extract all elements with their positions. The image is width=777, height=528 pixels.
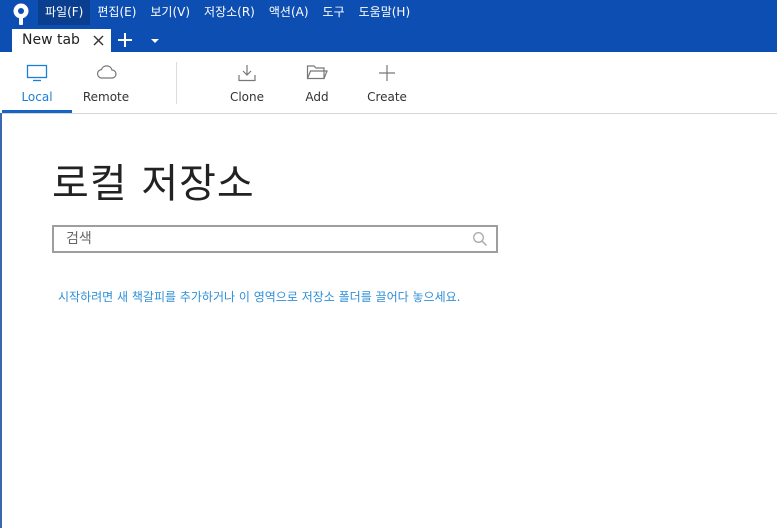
local-button[interactable]: Local — [2, 52, 72, 113]
empty-state-hint: 시작하려면 새 책갈피를 추가하거나 이 영역으로 저장소 폴더를 끌어다 놓으… — [58, 290, 461, 304]
local-label: Local — [21, 90, 53, 104]
add-label: Add — [305, 90, 329, 104]
window-left-border — [0, 113, 2, 528]
chevron-down-icon[interactable] — [150, 37, 160, 45]
menu-file[interactable]: 파일(F) — [38, 0, 91, 25]
search-icon — [473, 232, 488, 247]
create-label: Create — [367, 90, 407, 104]
create-button[interactable]: Create — [362, 52, 412, 113]
clone-label: Clone — [229, 90, 265, 104]
folder-icon — [306, 65, 328, 80]
menu-help[interactable]: 도움말(H) — [352, 0, 418, 25]
cloud-icon — [96, 65, 117, 79]
search-input[interactable] — [66, 227, 466, 251]
tab-new-tab[interactable]: New tab — [12, 29, 111, 52]
page-title: 로컬 저장소 — [52, 161, 255, 207]
menu-tools[interactable]: 도구 — [316, 0, 352, 25]
sourcetree-logo-icon[interactable] — [10, 2, 32, 26]
monitor-icon — [26, 64, 48, 82]
menu-actions[interactable]: 액션(A) — [262, 0, 316, 25]
add-button[interactable]: Add — [297, 52, 337, 113]
search-box — [52, 225, 498, 253]
tab-label: New tab — [22, 32, 80, 48]
remote-button[interactable]: Remote — [76, 52, 136, 113]
remote-label: Remote — [82, 90, 130, 104]
menu-view[interactable]: 보기(V) — [143, 0, 197, 25]
plus-icon[interactable] — [116, 31, 134, 49]
menu-repository[interactable]: 저장소(R) — [197, 0, 262, 25]
clone-button[interactable]: Clone — [222, 52, 272, 113]
close-icon[interactable] — [92, 34, 105, 47]
toolbar: Local Remote Clone Add Create — [0, 52, 777, 114]
download-icon — [238, 65, 256, 82]
toolbar-separator — [176, 62, 177, 104]
menu-items: 파일(F) 편집(E) 보기(V) 저장소(R) 액션(A) 도구 도움말(H) — [38, 0, 417, 25]
title-menu-bar: 파일(F) 편집(E) 보기(V) 저장소(R) 액션(A) 도구 도움말(H)… — [0, 0, 777, 52]
plus-icon — [379, 65, 395, 81]
menu-edit[interactable]: 편집(E) — [90, 0, 143, 25]
selected-tab-indicator — [2, 110, 72, 113]
